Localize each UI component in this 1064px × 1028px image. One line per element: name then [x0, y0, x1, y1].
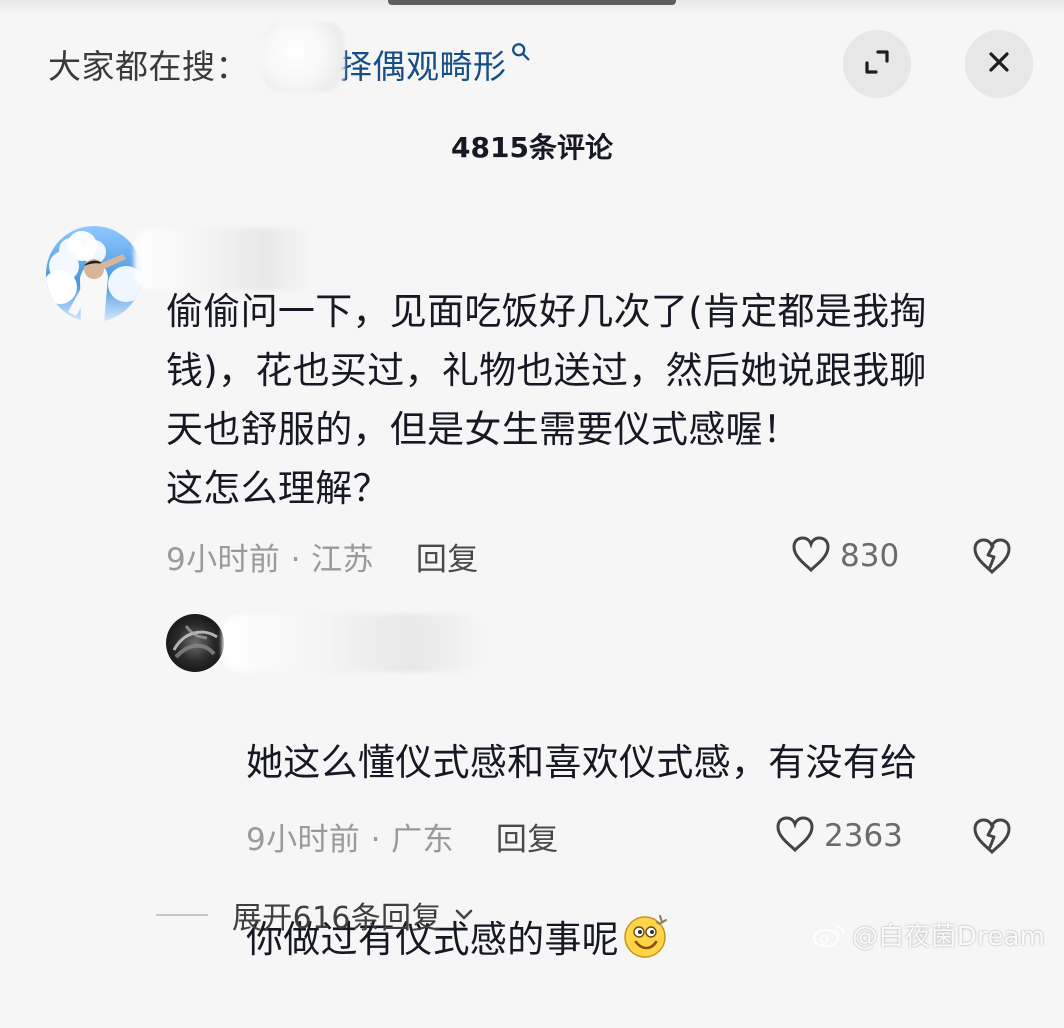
chevron-down-icon: [450, 901, 478, 929]
reply-meta: 9小时前 · 广东 回复: [246, 812, 559, 860]
comment-item: 偷偷问一下，见面吃饭好几次了(肯定都是我掏 钱)，花也买过，礼物也送过，然后她说…: [0, 214, 1064, 594]
heart-icon[interactable]: [790, 535, 832, 577]
comments-header: 大家都在搜： 择偶观畸形 4815条评论: [0, 0, 1064, 180]
search-icon[interactable]: [509, 40, 533, 64]
comment-count: 4815条评论: [451, 131, 613, 164]
watermark: @白夜菌Dream: [810, 916, 1045, 953]
reply-item: 她这么懂仪式感和喜欢仪式感，有没有给 你做过有仪式感的事呢 9小时前 · 广东: [0, 606, 1064, 961]
reply-button[interactable]: 回复: [496, 814, 559, 859]
comments-page: 大家都在搜： 择偶观畸形 4815条评论 偷偷问一下，见面吃饭好几次了(肯定都是…: [0, 0, 1064, 961]
search-term[interactable]: 择偶观畸形: [339, 40, 507, 88]
expand-replies-label: 展开616条回复: [232, 901, 442, 936]
heart-icon[interactable]: [774, 815, 816, 857]
reply-text-line: 她这么懂仪式感和喜欢仪式感，有没有给: [246, 741, 918, 784]
close-button[interactable]: [965, 30, 1033, 98]
expand-icon: [860, 45, 894, 83]
broken-heart-icon[interactable]: [970, 814, 1014, 858]
like-count: 2363: [824, 818, 903, 854]
comment-text: 偷偷问一下，见面吃饭好几次了(肯定都是我掏 钱)，花也买过，礼物也送过，然后她说…: [166, 290, 927, 510]
like-control[interactable]: 2363: [774, 812, 903, 860]
search-keyword-mask: [263, 22, 345, 92]
close-icon: [984, 47, 1014, 81]
username-mask: [134, 228, 312, 290]
time-location: 9小时前 · 江苏: [166, 541, 374, 578]
broken-heart-icon[interactable]: [970, 534, 1014, 578]
avatar[interactable]: [166, 614, 224, 672]
expand-replies-button[interactable]: 展开616条回复: [156, 893, 478, 937]
trending-search-prefix: 大家都在搜：: [48, 47, 249, 86]
comment-meta: 9小时前 · 江苏 回复: [166, 532, 479, 580]
trending-search[interactable]: 大家都在搜： 择偶观畸形: [48, 22, 533, 92]
watermark-text: @白夜菌Dream: [852, 922, 1046, 952]
username-mask: [222, 614, 484, 672]
expand-button[interactable]: [843, 30, 911, 98]
smile-emoji-icon: [622, 912, 670, 960]
avatar[interactable]: [46, 226, 142, 322]
reply-button[interactable]: 回复: [416, 534, 479, 579]
like-count: 830: [840, 538, 900, 574]
time-location: 9小时前 · 广东: [246, 821, 454, 858]
expand-divider: [156, 914, 208, 916]
like-control[interactable]: 830: [790, 532, 899, 580]
weibo-icon: [810, 921, 848, 949]
